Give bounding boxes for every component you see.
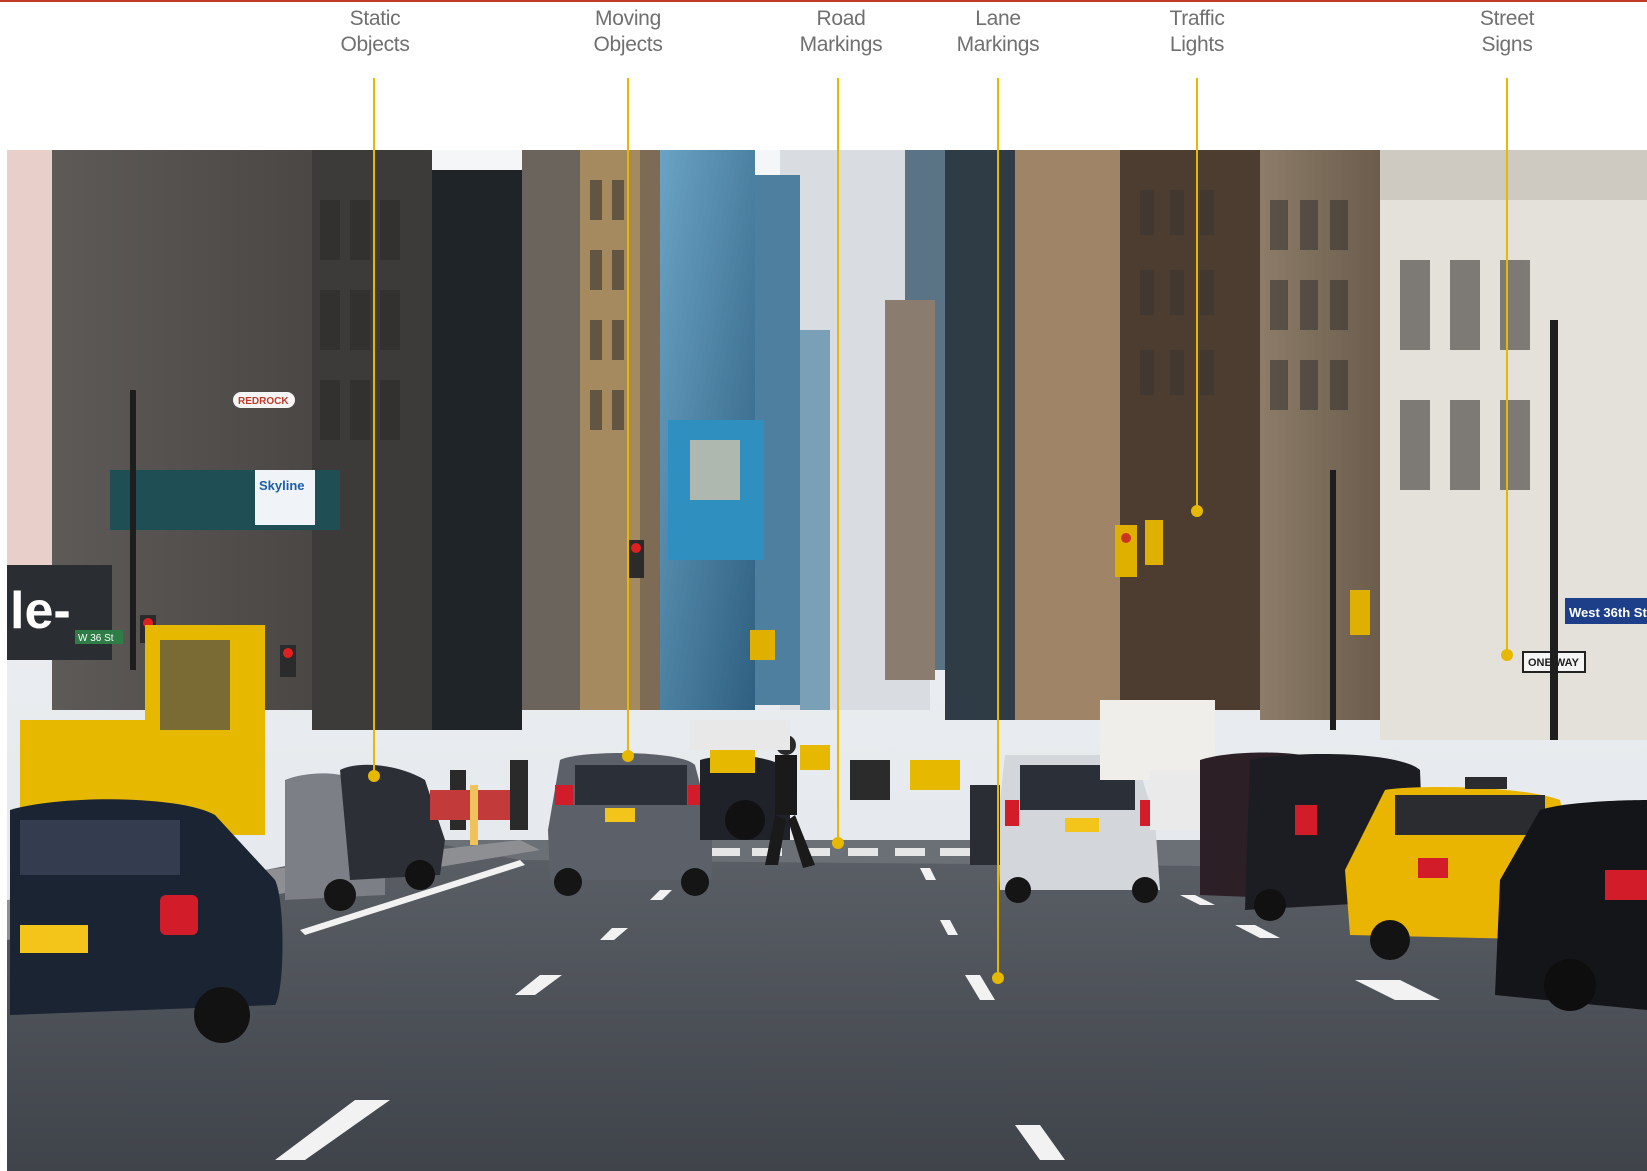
callout-line1: Traffic [1169, 7, 1225, 30]
marker-street-signs [1501, 649, 1513, 661]
photo-frame: le- Skyline REDROCK West 36th St W 36 St… [7, 150, 1647, 1171]
callout-label-static-objects: Static Objects [310, 6, 440, 58]
marker-static-objects [368, 770, 380, 782]
callout-label-lane-markings: Lane Markings [933, 6, 1063, 58]
callout-line1: Static [349, 7, 401, 30]
callout-line2: Objects [593, 33, 663, 56]
small-street-sign: W 36 St [78, 633, 114, 644]
marker-moving-objects [622, 750, 634, 762]
red-sign-text: REDROCK [238, 396, 289, 407]
callout-line1: Street [1479, 7, 1535, 30]
street-name-sign: West 36th St [1569, 605, 1647, 620]
marker-road-markings [832, 837, 844, 849]
callout-line2: Markings [956, 33, 1040, 56]
callout-line1: Lane [975, 7, 1021, 30]
marker-lane-markings [992, 972, 1004, 984]
skyline-sign-text: Skyline [259, 478, 305, 493]
callout-label-street-signs: Street Signs [1442, 6, 1572, 58]
callout-label-traffic-lights: Traffic Lights [1132, 6, 1262, 58]
callout-label-moving-objects: Moving Objects [563, 6, 693, 58]
marker-traffic-lights [1191, 505, 1203, 517]
callout-line2: Lights [1169, 33, 1225, 56]
street-scene-photo: le- Skyline REDROCK West 36th St W 36 St… [7, 78, 1647, 1171]
callout-line1: Road [816, 7, 866, 30]
billboard-text: le- [10, 582, 71, 640]
callout-line2: Signs [1481, 33, 1533, 56]
callout-line2: Markings [799, 33, 883, 56]
callout-line2: Objects [340, 33, 410, 56]
callout-line1: Moving [595, 7, 661, 30]
callout-label-road-markings: Road Markings [776, 6, 906, 58]
